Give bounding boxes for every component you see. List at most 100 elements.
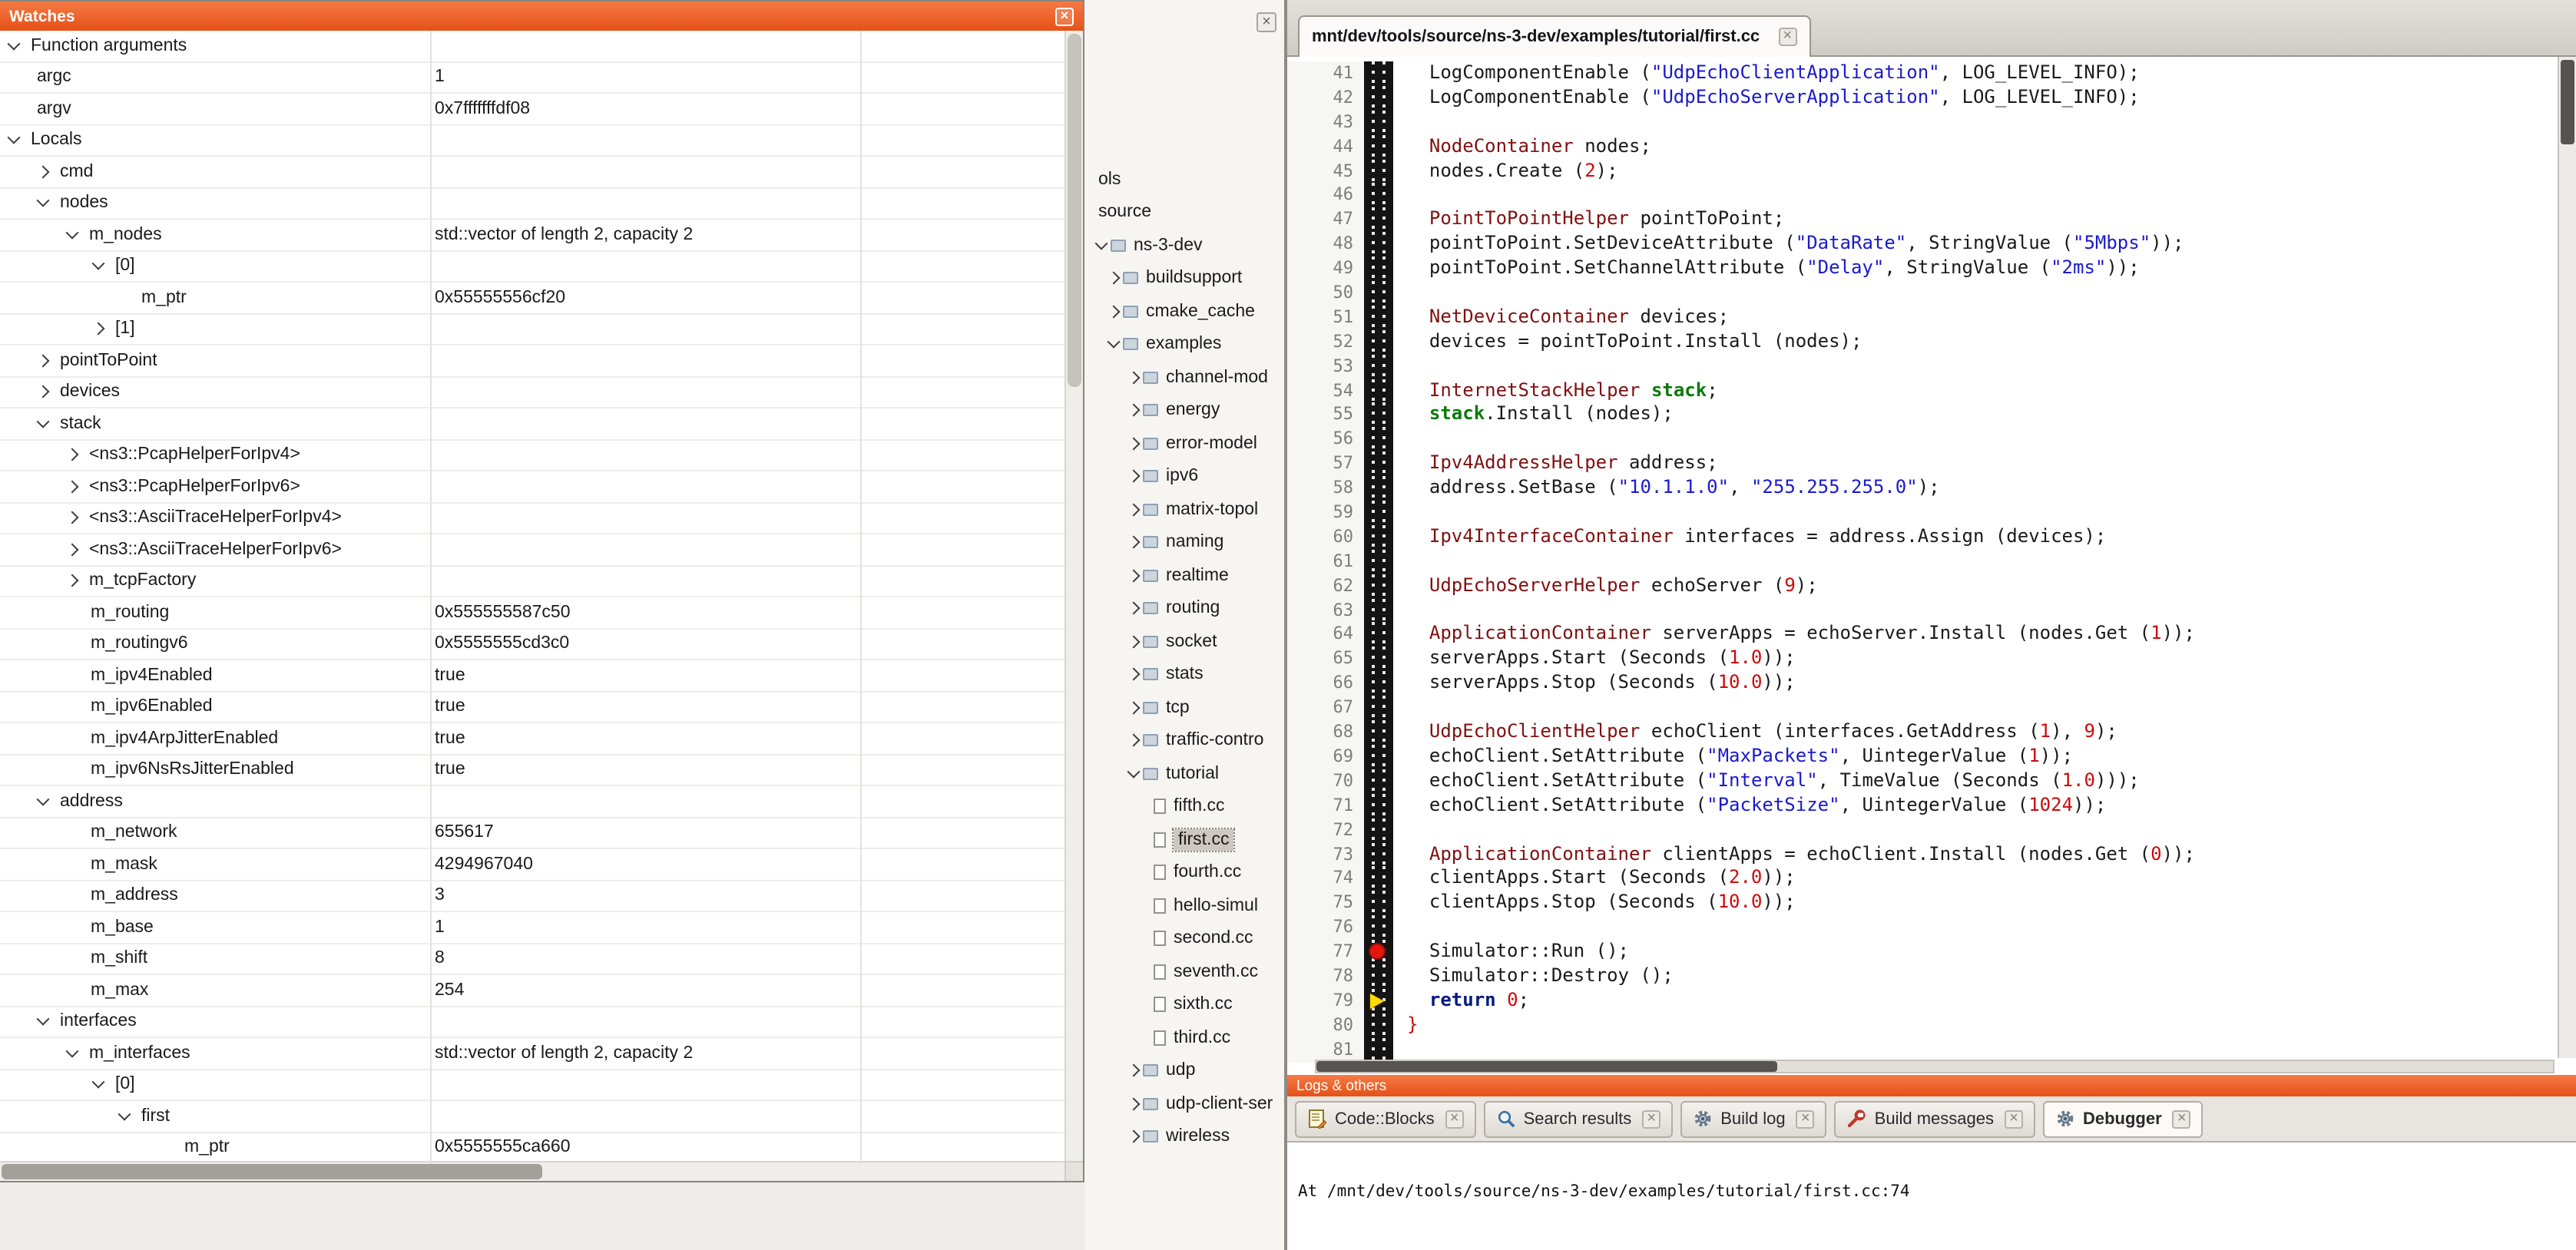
- watch-row[interactable]: m_ptr0x55555556cf20: [0, 283, 1065, 314]
- code-line[interactable]: 74 clientApps.Start (Seconds (2.0));: [1287, 867, 2558, 891]
- code-line[interactable]: 62 UdpEchoServerHelper echoServer (9);: [1287, 574, 2558, 598]
- chevron-right-icon[interactable]: [1127, 701, 1141, 714]
- watch-row[interactable]: m_ipv6NsRsJitterEnabledtrue: [0, 755, 1065, 786]
- chevron-right-icon[interactable]: [1127, 536, 1141, 549]
- tree-item[interactable]: sixth.cc: [1088, 988, 1284, 1021]
- watch-row[interactable]: m_ipv4ArpJitterEnabledtrue: [0, 723, 1065, 755]
- chevron-right-icon[interactable]: [1127, 470, 1141, 483]
- chevron-right-icon[interactable]: [1127, 668, 1141, 681]
- watch-row[interactable]: m_max254: [0, 975, 1065, 1007]
- chevron-right-icon[interactable]: [37, 165, 50, 178]
- chevron-right-icon[interactable]: [1108, 305, 1121, 318]
- watch-row[interactable]: address: [0, 786, 1065, 818]
- tree-item[interactable]: udp: [1088, 1054, 1284, 1087]
- chevron-right-icon[interactable]: [37, 385, 50, 398]
- close-icon[interactable]: ×: [1445, 1109, 1464, 1128]
- code-line[interactable]: 48 pointToPoint.SetDeviceAttribute ("Dat…: [1287, 232, 2558, 256]
- breakpoint-margin[interactable]: [1364, 793, 1393, 818]
- breakpoint-margin[interactable]: [1364, 525, 1393, 550]
- code-line[interactable]: 49 pointToPoint.SetChannelAttribute ("De…: [1287, 256, 2558, 281]
- breakpoint-margin[interactable]: [1364, 574, 1393, 598]
- tree-item[interactable]: ns-3-dev: [1088, 229, 1284, 262]
- horizontal-scrollbar[interactable]: [1315, 1060, 2554, 1073]
- close-icon[interactable]: ×: [1796, 1109, 1815, 1128]
- chevron-right-icon[interactable]: [66, 511, 79, 524]
- watch-row[interactable]: m_interfacesstd::vector of length 2, cap…: [0, 1038, 1065, 1070]
- tree-item[interactable]: source: [1088, 196, 1284, 229]
- tree-item[interactable]: fourth.cc: [1088, 856, 1284, 889]
- breakpoint-margin[interactable]: [1364, 623, 1393, 647]
- code-line[interactable]: 79 return 0;: [1287, 989, 2558, 1014]
- code-line[interactable]: 44 NodeContainer nodes;: [1287, 134, 2558, 159]
- chevron-right-icon[interactable]: [1127, 404, 1141, 417]
- breakpoint-margin[interactable]: [1364, 769, 1393, 794]
- code-line[interactable]: 72: [1287, 818, 2558, 842]
- code-area[interactable]: 41 LogComponentEnable ("UdpEchoClientApp…: [1287, 61, 2558, 1062]
- watch-row[interactable]: <ns3::AsciiTraceHelperForIpv4>: [0, 503, 1065, 534]
- close-icon[interactable]: ×: [1257, 12, 1276, 32]
- tree-item[interactable]: channel-mod: [1088, 361, 1284, 394]
- chevron-down-icon[interactable]: [1095, 236, 1108, 250]
- breakpoint-margin[interactable]: [1364, 1013, 1393, 1037]
- tree-item[interactable]: third.cc: [1088, 1021, 1284, 1054]
- code-line[interactable]: 78 Simulator::Destroy ();: [1287, 964, 2558, 989]
- breakpoint-margin[interactable]: [1364, 476, 1393, 501]
- tree-item[interactable]: udp-client-ser: [1088, 1087, 1284, 1120]
- tree-item[interactable]: stats: [1088, 658, 1284, 691]
- vertical-scrollbar[interactable]: [2558, 57, 2576, 1058]
- breakpoint-icon[interactable]: [1369, 943, 1386, 960]
- tree-item[interactable]: realtime: [1088, 559, 1284, 592]
- breakpoint-margin[interactable]: [1364, 86, 1393, 111]
- watch-row[interactable]: argv0x7fffffffdf08: [0, 94, 1065, 125]
- editor-body[interactable]: 41 LogComponentEnable ("UdpEchoClientApp…: [1287, 57, 2576, 1075]
- chevron-down-icon[interactable]: [92, 257, 105, 270]
- code-line[interactable]: 67: [1287, 696, 2558, 720]
- watch-row[interactable]: Locals: [0, 125, 1065, 157]
- log-tab-search-results[interactable]: Search results×: [1484, 1100, 1674, 1137]
- tree-item[interactable]: buildsupport: [1088, 262, 1284, 295]
- tree-item[interactable]: ipv6: [1088, 460, 1284, 493]
- scrollbar-handle[interactable]: [1316, 1061, 1777, 1072]
- chevron-right-icon[interactable]: [1127, 635, 1141, 648]
- log-tab-code-blocks[interactable]: Code::Blocks×: [1295, 1100, 1476, 1137]
- tree-item[interactable]: naming: [1088, 526, 1284, 559]
- close-icon[interactable]: ×: [1642, 1109, 1660, 1128]
- close-icon[interactable]: ×: [2173, 1109, 2191, 1128]
- watch-row[interactable]: [0]: [0, 251, 1065, 283]
- breakpoint-margin[interactable]: [1364, 842, 1393, 867]
- code-line[interactable]: 53: [1287, 354, 2558, 379]
- watch-row[interactable]: m_nodesstd::vector of length 2, capacity…: [0, 220, 1065, 251]
- breakpoint-margin[interactable]: [1364, 134, 1393, 159]
- tree-item[interactable]: examples: [1088, 328, 1284, 361]
- breakpoint-margin[interactable]: [1364, 940, 1393, 964]
- tree-item[interactable]: matrix-topol: [1088, 493, 1284, 526]
- chevron-right-icon[interactable]: [1127, 371, 1141, 384]
- chevron-right-icon[interactable]: [66, 480, 79, 493]
- code-line[interactable]: 46: [1287, 184, 2558, 208]
- breakpoint-margin[interactable]: [1364, 184, 1393, 208]
- code-line[interactable]: 64 ApplicationContainer serverApps = ech…: [1287, 623, 2558, 647]
- watch-row[interactable]: m_ipv6Enabledtrue: [0, 692, 1065, 723]
- code-line[interactable]: 43: [1287, 111, 2558, 135]
- tree-item[interactable]: routing: [1088, 592, 1284, 625]
- chevron-right-icon[interactable]: [92, 322, 105, 336]
- code-line[interactable]: 73 ApplicationContainer clientApps = ech…: [1287, 842, 2558, 867]
- code-line[interactable]: 80}: [1287, 1013, 2558, 1037]
- breakpoint-margin[interactable]: [1364, 330, 1393, 355]
- breakpoint-margin[interactable]: [1364, 550, 1393, 574]
- breakpoint-margin[interactable]: [1364, 208, 1393, 233]
- watch-row[interactable]: [1]: [0, 314, 1065, 346]
- watch-row[interactable]: m_routing0x555555587c50: [0, 597, 1065, 629]
- breakpoint-margin[interactable]: [1364, 159, 1393, 184]
- chevron-right-icon[interactable]: [1127, 569, 1141, 582]
- watch-row[interactable]: <ns3::AsciiTraceHelperForIpv6>: [0, 534, 1065, 566]
- watch-row[interactable]: stack: [0, 408, 1065, 440]
- code-line[interactable]: 45 nodes.Create (2);: [1287, 159, 2558, 184]
- horizontal-scrollbar[interactable]: [0, 1161, 1065, 1181]
- code-line[interactable]: 58 address.SetBase ("10.1.1.0", "255.255…: [1287, 476, 2558, 501]
- chevron-down-icon[interactable]: [37, 1013, 50, 1026]
- tree-item[interactable]: energy: [1088, 394, 1284, 427]
- breakpoint-margin[interactable]: [1364, 428, 1393, 452]
- watch-row[interactable]: first: [0, 1101, 1065, 1133]
- tree-item[interactable]: wireless: [1088, 1120, 1284, 1153]
